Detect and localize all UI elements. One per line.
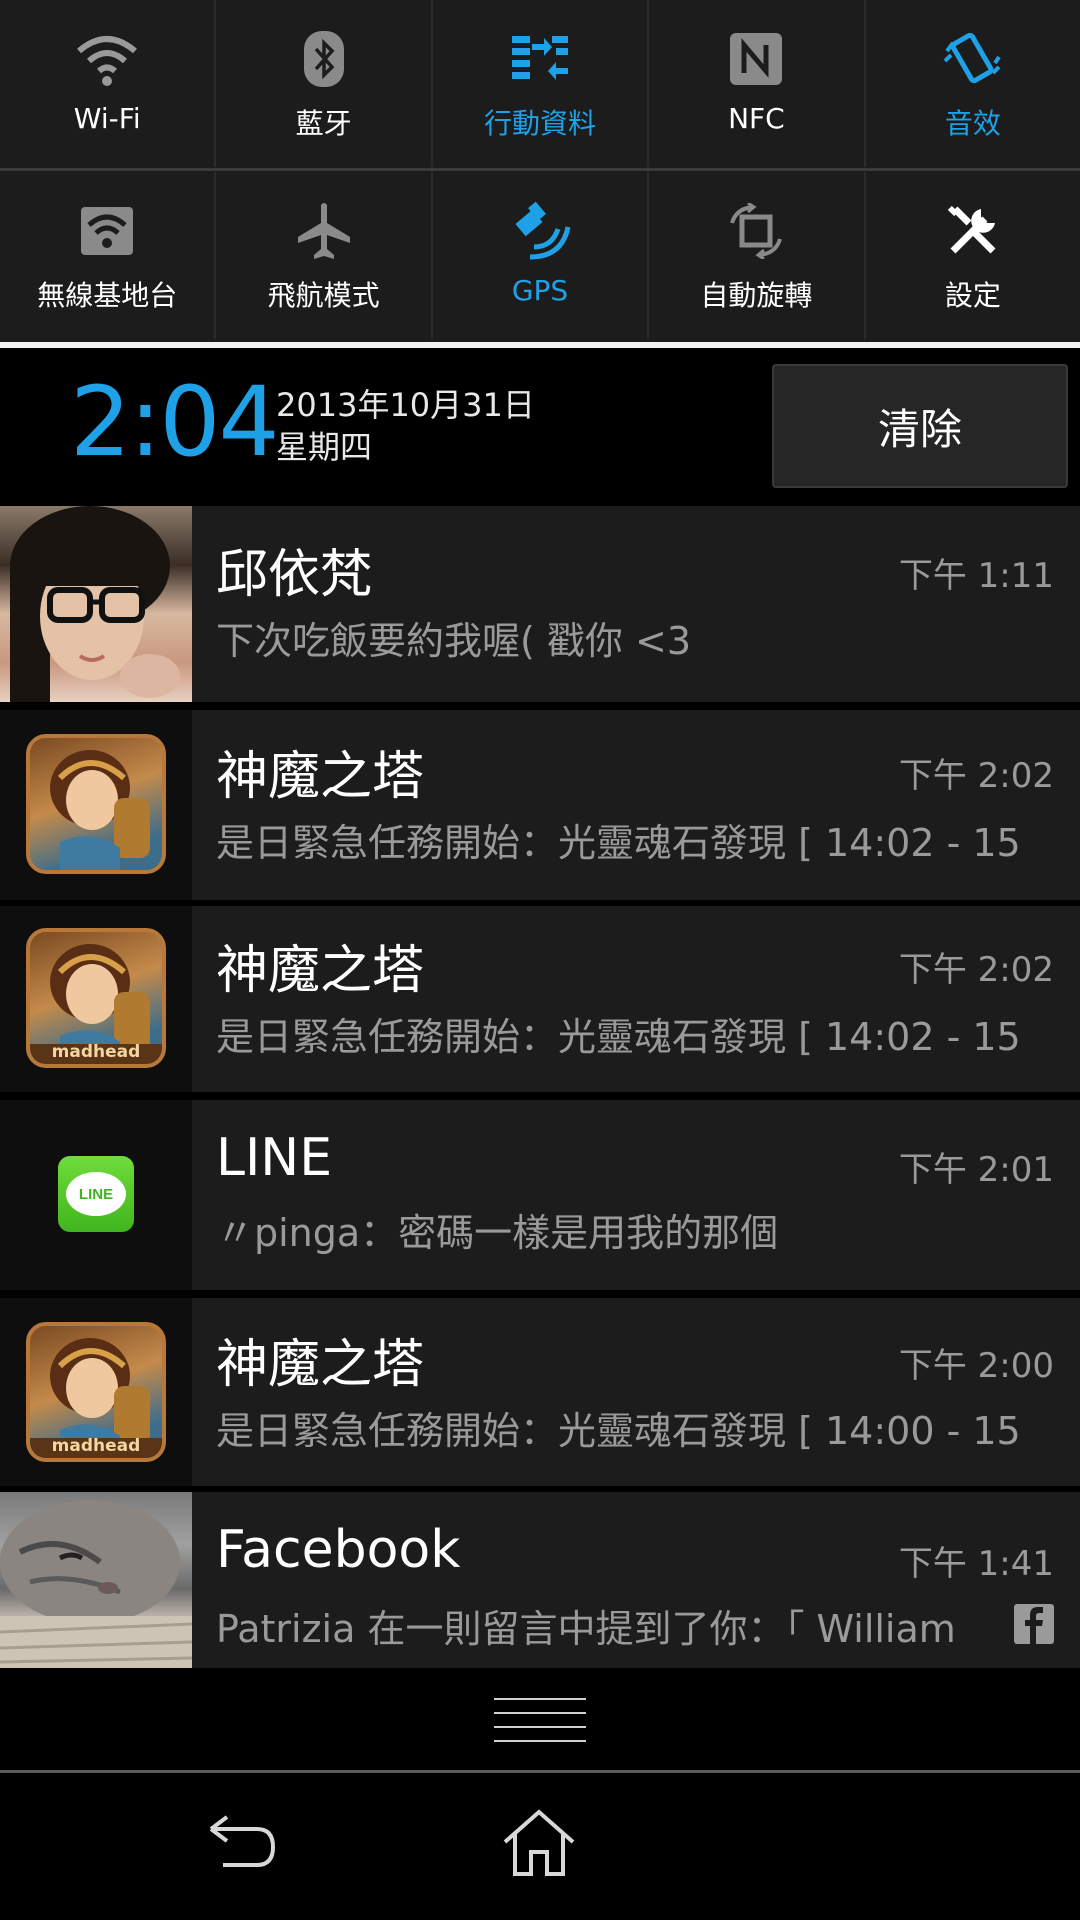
- handle-icon: [494, 1698, 586, 1754]
- quick-settings-row-2: 無線基地台 飛航模式 GPS 自動旋轉 設定: [0, 172, 1080, 339]
- clock: 2:04: [70, 366, 280, 478]
- vibrate-icon: [936, 22, 1010, 96]
- back-icon: [209, 1815, 276, 1867]
- mobile-data-icon: [503, 22, 577, 96]
- contact-photo: [0, 506, 192, 702]
- facebook-icon: [1014, 1604, 1054, 1644]
- madhead-badge: madhead: [51, 1436, 141, 1456]
- home-button[interactable]: [494, 1803, 584, 1883]
- tile-gps[interactable]: GPS: [433, 172, 650, 339]
- tower-of-saviors-icon: madhead: [26, 1322, 166, 1462]
- notification-time: 下午 2:00: [898, 1346, 1054, 1386]
- notification-time: 下午 2:01: [898, 1150, 1054, 1190]
- date: 2013年10月31日: [276, 386, 535, 424]
- back-button[interactable]: [196, 1803, 286, 1883]
- cat-photo: [0, 1492, 193, 1668]
- tile-bluetooth[interactable]: 藍牙: [216, 0, 433, 167]
- navigation-bar: [0, 1773, 1080, 1920]
- tile-label: 設定: [944, 279, 1001, 312]
- notification-title: 邱依梵: [216, 545, 373, 605]
- tile-sound[interactable]: 音效: [866, 0, 1080, 167]
- notification-item[interactable]: 邱依梵 下午 1:11 下次吃飯要約我喔( 戳你 <3: [0, 506, 1080, 702]
- tower-of-saviors-icon: [26, 734, 166, 874]
- nfc-icon: [719, 22, 793, 96]
- tile-label: GPS: [511, 274, 569, 307]
- tower-of-saviors-icon: madhead: [26, 928, 166, 1068]
- notification-item[interactable]: Facebook 下午 1:41 Patrizia 在一則留言中提到了你：「 W…: [0, 1492, 1080, 1668]
- tile-label: Wi-Fi: [73, 102, 141, 135]
- tile-label: NFC: [728, 102, 785, 135]
- gps-icon: [503, 194, 577, 268]
- panel-drag-handle[interactable]: [0, 1668, 1080, 1772]
- bluetooth-icon: [287, 22, 361, 96]
- notification-time: 下午 1:11: [898, 556, 1054, 596]
- tile-settings[interactable]: 設定: [866, 172, 1080, 339]
- tile-label: 飛航模式: [267, 279, 380, 312]
- tile-label: 無線基地台: [37, 279, 178, 312]
- notification-item[interactable]: LINE LINE 下午 2:01 〃pinga：密碼一樣是用我的那個: [0, 1100, 1080, 1290]
- notification-title: 神魔之塔: [216, 941, 425, 1001]
- tile-label: 音效: [944, 107, 1001, 140]
- notification-time: 下午 2:02: [898, 950, 1054, 990]
- wifi-icon: [70, 22, 144, 96]
- tile-nfc[interactable]: NFC: [649, 0, 866, 167]
- notification-title: 神魔之塔: [216, 1335, 425, 1395]
- home-icon: [503, 1809, 575, 1876]
- madhead-badge: madhead: [51, 1042, 141, 1062]
- tile-label: 藍牙: [295, 107, 352, 140]
- notification-item[interactable]: madhead 神魔之塔 下午 2:02 是日緊急任務開始：光靈魂石發現 [ 1…: [0, 906, 1080, 1092]
- notification-time: 下午 2:02: [898, 756, 1054, 796]
- airplane-icon: [287, 194, 361, 268]
- tile-auto-rotate[interactable]: 自動旋轉: [649, 172, 866, 339]
- notification-text: 是日緊急任務開始：光靈魂石發現 [ 14:00 - 15: [216, 1400, 1056, 1455]
- tile-airplane[interactable]: 飛航模式: [216, 172, 433, 339]
- notification-text: 是日緊急任務開始：光靈魂石發現 [ 14:02 - 15: [216, 1006, 1056, 1061]
- notification-text: Patrizia 在一則留言中提到了你：「 William: [216, 1598, 1006, 1653]
- clear-button[interactable]: 清除: [772, 364, 1068, 488]
- weekday: 星期四: [276, 428, 373, 466]
- notification-item[interactable]: 神魔之塔 下午 2:02 是日緊急任務開始：光靈魂石發現 [ 14:02 - 1…: [0, 710, 1080, 900]
- divider: [0, 168, 1080, 171]
- tile-mobile-data[interactable]: 行動資料: [433, 0, 650, 167]
- tile-label: 自動旋轉: [700, 279, 813, 312]
- quick-settings-panel: Wi-Fi 藍牙 行動資料 NFC 音效 無線基地台 飛航模式 GPS 自動旋轉…: [0, 0, 1080, 342]
- notification-header: 2:04 2013年10月31日 星期四 清除: [0, 348, 1080, 506]
- hotspot-icon: [70, 194, 144, 268]
- tile-label: 行動資料: [484, 107, 597, 140]
- tile-wifi[interactable]: Wi-Fi: [0, 0, 217, 167]
- notification-title: Facebook: [216, 1520, 461, 1580]
- rotate-icon: [719, 194, 793, 268]
- line-logo-text: LINE: [66, 1172, 126, 1216]
- settings-icon: [936, 194, 1010, 268]
- notification-text: 是日緊急任務開始：光靈魂石發現 [ 14:02 - 15: [216, 812, 1056, 867]
- notification-text: 下次吃飯要約我喔( 戳你 <3: [216, 610, 1056, 665]
- date-block: 2013年10月31日 星期四: [276, 384, 535, 468]
- quick-settings-row-1: Wi-Fi 藍牙 行動資料 NFC 音效: [0, 0, 1080, 167]
- notification-text: 〃pinga：密碼一樣是用我的那個: [216, 1202, 1056, 1257]
- notification-time: 下午 1:41: [898, 1544, 1054, 1584]
- tile-hotspot[interactable]: 無線基地台: [0, 172, 217, 339]
- line-icon: LINE: [58, 1156, 134, 1232]
- notification-item[interactable]: madhead 神魔之塔 下午 2:00 是日緊急任務開始：光靈魂石發現 [ 1…: [0, 1298, 1080, 1486]
- notification-title: LINE: [216, 1128, 333, 1188]
- notification-title: 神魔之塔: [216, 747, 425, 807]
